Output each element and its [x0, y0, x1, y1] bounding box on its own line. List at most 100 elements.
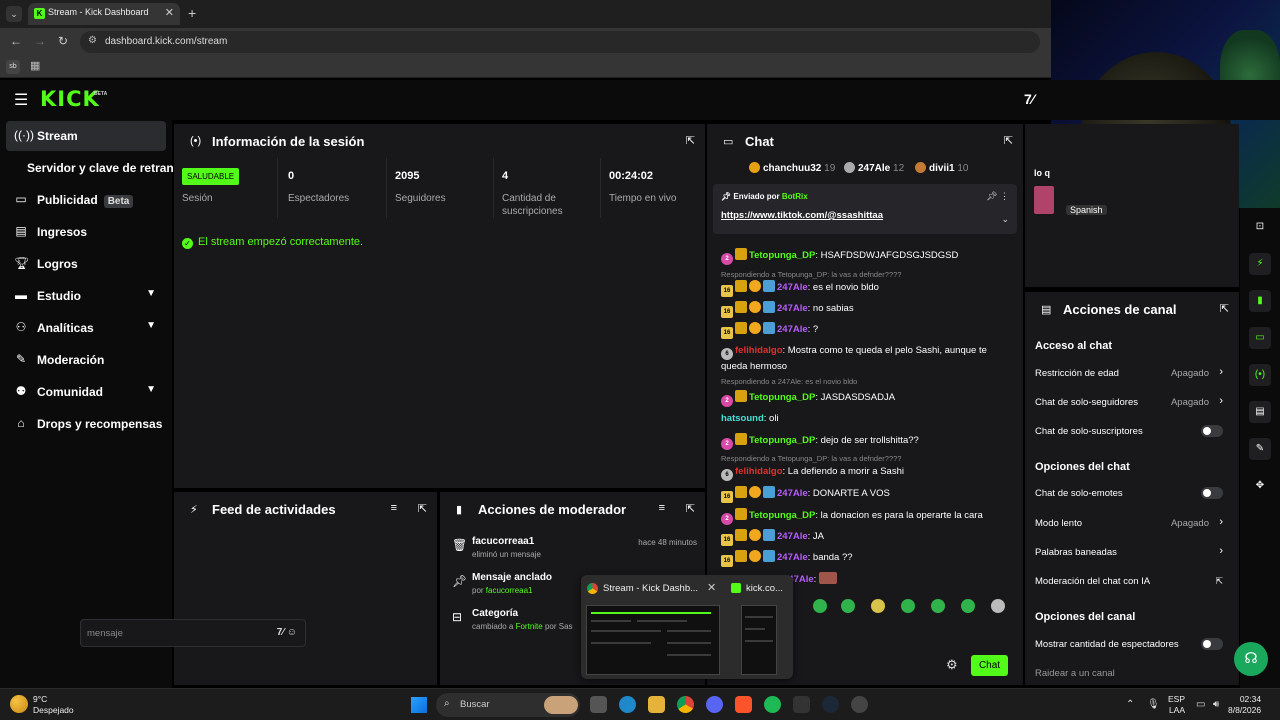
emote-icon[interactable] [871, 599, 885, 613]
clock[interactable]: 02:34 8/8/2026 [1228, 694, 1261, 716]
sidebar-item-logros[interactable]: 🏆︎ Logros [6, 249, 166, 279]
lightning-icon[interactable]: ⚡︎ [1249, 253, 1271, 275]
help-icon[interactable]: ☊ [1234, 642, 1268, 676]
microphone-icon[interactable]: 🎙︎ [1147, 699, 1160, 710]
top-gifter[interactable]: chanchuu32 19 [749, 162, 835, 174]
sidebar-item-ingresos[interactable]: ▤ Ingresos [6, 217, 166, 247]
browser-tab[interactable]: K Stream - Kick Dashboard ✕ [28, 3, 180, 25]
sidebar-item-server-key[interactable]: Servidor y clave de retransmisión [6, 153, 219, 183]
chat-message[interactable]: 16 247Ale: JA [721, 529, 1011, 546]
chat-message[interactable]: 2 Tetopunga_DP: HSAFDSDWJAFGDSGJSDGSD [721, 248, 1011, 265]
chevron-down-icon[interactable]: ⌄ [1001, 214, 1009, 225]
popout-icon[interactable]: ⇱ [1004, 134, 1013, 147]
preview-thumbnail[interactable] [741, 605, 777, 675]
emote-icon[interactable] [991, 599, 1005, 613]
mod-action-row[interactable]: 🗑︎ facucorreaa1 eliminó un mensaje hace … [452, 536, 697, 570]
emote-icon[interactable] [901, 599, 915, 613]
menu-icon[interactable]: ☰ [14, 90, 28, 110]
apps-grid-icon[interactable]: ▦ [30, 59, 40, 72]
sidebar-item-moderacion[interactable]: ✎ Moderación [6, 345, 166, 375]
url-field[interactable]: ⚙ dashboard.kick.com/stream [80, 31, 1040, 53]
gear-icon[interactable]: ⚙ [946, 657, 958, 673]
tab-list-icon[interactable]: ⌄ [6, 6, 22, 22]
setting-raid[interactable]: Raidear a un canal [1035, 665, 1225, 683]
setting-emotes-only[interactable]: Chat de solo-emotes [1035, 485, 1225, 503]
wrench-icon[interactable]: ✎ [1249, 438, 1271, 460]
popout-icon[interactable]: ⇱ [418, 502, 427, 515]
file-explorer-icon[interactable] [648, 696, 665, 713]
layout-icon[interactable]: ✥ [1249, 475, 1271, 497]
document-icon[interactable]: ▮ [1249, 290, 1271, 312]
popout-icon[interactable]: ⇱ [1220, 302, 1229, 315]
setting-ai-moderation[interactable]: Moderación del chat con IA ⇱ [1035, 573, 1225, 591]
sidebar-item-analiticas[interactable]: ⚇ Analíticas ▼ [6, 313, 166, 343]
chevron-up-icon[interactable]: ⌃ [1126, 699, 1134, 710]
brave-icon[interactable] [735, 696, 752, 713]
top-gifter[interactable]: 247Ale 12 [844, 162, 904, 174]
sidebar-item-estudio[interactable]: ▬ Estudio ▼ [6, 281, 166, 311]
chat-message[interactable]: 6 felihidalgo: Mostra como te queda el pe… [721, 344, 1011, 374]
chat-message[interactable]: 16 247Ale: no sabias [721, 301, 1011, 318]
chat-message[interactable]: 16 247Ale: ? [721, 322, 1011, 339]
toggle-switch[interactable] [1201, 638, 1223, 650]
chat-message[interactable]: 2 Tetopunga_DP: JASDASDSADJA [721, 390, 1011, 407]
epic-games-icon[interactable] [793, 696, 810, 713]
windows-start-icon[interactable] [411, 697, 427, 713]
filter-icon[interactable]: ≡ [659, 502, 665, 514]
new-tab-icon[interactable]: + [188, 5, 196, 21]
sidebar-item-stream[interactable]: ((·)) Stream [6, 121, 166, 151]
site-info-icon[interactable]: ⚙ [88, 35, 97, 46]
more-icon[interactable]: 📌︎ ⋮ [986, 191, 1009, 202]
setting-slow-mode[interactable]: Modo lento Apagado › [1035, 515, 1225, 533]
chrome-icon[interactable] [677, 696, 694, 713]
reload-icon[interactable]: ↻ [58, 34, 68, 48]
edge-icon[interactable] [619, 696, 636, 713]
chat-input[interactable]: mensaje 7⁄ ☺ [80, 619, 306, 647]
pinned-message[interactable]: 📌︎ Enviado por BotRix https://www.tiktok… [713, 184, 1017, 234]
send-chat-button[interactable]: Chat [971, 655, 1008, 676]
sidebar-item-comunidad[interactable]: ⚉ Comunidad ▼ [6, 377, 166, 407]
popout-icon[interactable]: ⇱ [686, 502, 695, 515]
weather-widget[interactable]: 9°C Despejado [33, 694, 74, 716]
forward-icon[interactable]: → [34, 34, 46, 48]
task-view-icon[interactable] [590, 696, 607, 713]
toggle-switch[interactable] [1201, 487, 1223, 499]
sidebar-item-publicidad[interactable]: ▭ Publicidad Beta [6, 185, 166, 215]
chat-message[interactable]: 16 247Ale: es el novio bldo [721, 280, 1011, 297]
setting-followers-only[interactable]: Chat de solo-seguidores Apagado › [1035, 394, 1225, 412]
volume-icon[interactable]: 🔊︎ [1213, 699, 1219, 710]
taskbar-search[interactable]: ⌕ Buscar [436, 693, 580, 717]
close-icon[interactable]: ✕ [707, 581, 716, 594]
wifi-icon[interactable]: ▭ [1196, 699, 1205, 710]
setting-show-viewers[interactable]: Mostrar cantidad de espectadores [1035, 636, 1225, 654]
chat-message[interactable]: 16 247Ale: DONARTE A VOS [721, 486, 1011, 503]
obs-icon[interactable] [851, 696, 868, 713]
setting-age-restriction[interactable]: Restricción de edad Apagado › [1035, 365, 1225, 383]
sidebar-item-drops[interactable]: ⌂ Drops y recompensas [6, 409, 166, 439]
toggle-switch[interactable] [1201, 425, 1223, 437]
emote-icon[interactable] [931, 599, 945, 613]
popout-icon[interactable]: ⇱ [686, 134, 695, 147]
emote-icon[interactable] [841, 599, 855, 613]
preview-thumbnail[interactable] [586, 605, 720, 675]
steam-icon[interactable] [822, 696, 839, 713]
channel-icon[interactable]: ▤ [1249, 401, 1271, 423]
chat-icon[interactable]: ▭ [1249, 327, 1271, 349]
spotify-icon[interactable] [764, 696, 781, 713]
chat-message[interactable]: 2 Tetopunga_DP: la donacion es para la op… [721, 508, 1011, 525]
chat-message[interactable]: hatsound: oli [721, 412, 1011, 426]
chat-message[interactable]: 2 Tetopunga_DP: dejo de ser trollshitta?? [721, 433, 1011, 450]
chat-message[interactable]: 247Ale: [783, 572, 1023, 587]
preview-title[interactable]: kick.co... [746, 583, 783, 594]
setting-subscribers-only[interactable]: Chat de solo-suscriptores [1035, 423, 1225, 441]
top-gifter[interactable]: divii1 10 [915, 162, 968, 174]
weather-icon[interactable] [10, 695, 28, 713]
chat-message[interactable]: 16 247Ale: banda ?? [721, 550, 1011, 567]
input-language[interactable]: ESP LAA [1168, 694, 1185, 716]
back-icon[interactable]: ← [10, 34, 22, 48]
translate-icon[interactable]: 7⁄ [1024, 91, 1034, 107]
broadcast-icon[interactable]: (•) [1249, 364, 1271, 386]
close-icon[interactable]: ✕ [165, 6, 174, 19]
discord-icon[interactable] [706, 696, 723, 713]
filter-icon[interactable]: ≡ [391, 502, 397, 514]
